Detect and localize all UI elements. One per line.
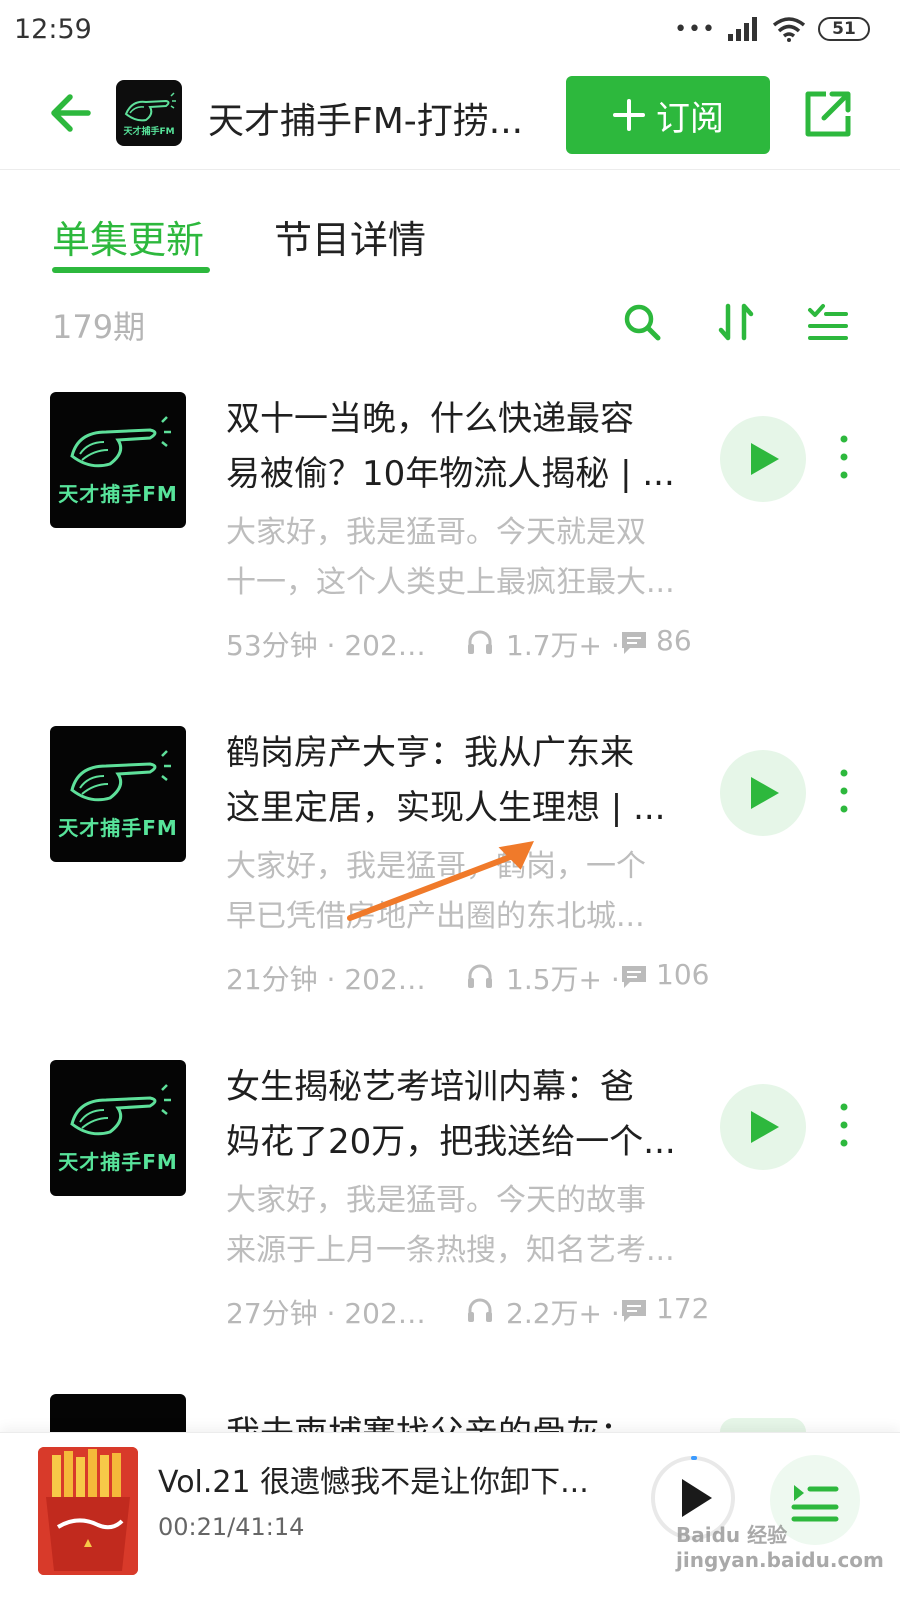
- pointing-hand-icon: [70, 416, 171, 468]
- pointing-hand-icon: [70, 750, 171, 802]
- episode-cover-brand: 天才捕手FM: [58, 816, 178, 840]
- comment-icon: [622, 632, 646, 654]
- tab-bar: 单集更新 节目详情: [0, 205, 900, 275]
- episode-desc-line: 早已凭借房地产出圈的东北城...: [226, 899, 645, 934]
- status-icons: ••• 51: [674, 16, 870, 42]
- cover-thumb-brand: 天才捕手FM: [123, 127, 175, 137]
- episode-title: 双十一当晚，什么快递最容 易被偷？10年物流人揭秘 | ...: [226, 392, 694, 502]
- episode-title: 鹤岗房产大亨：我从广东来 这里定居，实现人生理想 | ...: [226, 726, 694, 836]
- comment-icon: [622, 966, 646, 988]
- tab-details[interactable]: 节目详情: [274, 209, 426, 264]
- episode-duration-date: 21分钟 · 2022...: [226, 963, 442, 996]
- list-header: 179期: [0, 294, 900, 354]
- plus-icon: [613, 99, 645, 131]
- episode-comment-count: 172: [656, 1292, 710, 1325]
- signal-icon: [728, 17, 757, 41]
- wifi-icon: [772, 17, 806, 42]
- episode-play-count: 2.2万+ ·: [506, 1297, 620, 1330]
- episode-play-count: 1.5万+ ·: [506, 963, 620, 996]
- active-tab-indicator: [52, 267, 210, 273]
- episode-item[interactable]: 天才捕手FM 女生揭秘艺考培训内幕：爸 妈花了20万，把我送给一个... 大家好…: [0, 1060, 900, 1394]
- play-icon: [751, 1111, 779, 1143]
- search-icon[interactable]: [620, 300, 664, 344]
- sort-icon[interactable]: [714, 300, 758, 344]
- share-icon[interactable]: [800, 86, 856, 142]
- episode-play-button[interactable]: [720, 1418, 806, 1432]
- top-bar: 天才捕手FM 天才捕手FM-打捞... 订阅: [0, 62, 900, 170]
- episode-description: 大家好，我是猛哥。今天就是双 十一，这个人类史上最疯狂最大...: [226, 508, 694, 608]
- headphones-icon: [468, 1298, 492, 1322]
- episode-count: 179期: [52, 308, 146, 346]
- episode-title-line: 这里定居，实现人生理想 | ...: [226, 788, 666, 828]
- episode-cover-brand: 天才捕手FM: [58, 482, 178, 506]
- episode-play-button[interactable]: [720, 750, 806, 836]
- podcast-title: 天才捕手FM-打捞...: [208, 101, 524, 142]
- status-bar: 12:59 ••• 51: [0, 0, 900, 62]
- more-options-icon[interactable]: [832, 766, 856, 816]
- more-options-icon[interactable]: [832, 432, 856, 482]
- episode-desc-line: 大家好，我是猛哥。今天就是双: [226, 515, 646, 550]
- more-options-icon[interactable]: [832, 1100, 856, 1150]
- episode-play-button[interactable]: [720, 1084, 806, 1170]
- baidu-watermark: Baidu 经验 jingyan.baidu.com: [676, 1523, 884, 1572]
- episode-item[interactable]: 天才捕手FM 鹤岗房产大亨：我从广东来 这里定居，实现人生理想 | ... 大家…: [0, 726, 900, 1060]
- episode-title-line: 鹤岗房产大亨：我从广东来: [226, 733, 634, 773]
- episode-title-line: 易被偷？10年物流人揭秘 | ...: [226, 454, 675, 494]
- episode-cover: 天才捕手FM: [50, 392, 186, 528]
- episode-cover-brand: 天才捕手FM: [58, 1150, 178, 1174]
- episode-desc-line: 大家好，我是猛哥，鹤岗，一个: [226, 849, 646, 884]
- battery-indicator: 51: [818, 17, 870, 41]
- now-playing-title: Vol.21 很遗憾我不是让你卸下...: [158, 1465, 589, 1500]
- status-time: 12:59: [14, 14, 92, 45]
- episode-comment-count: 86: [656, 624, 692, 657]
- episode-comment-count: 106: [656, 958, 710, 991]
- comment-icon: [622, 1300, 646, 1322]
- subscribe-button[interactable]: 订阅: [566, 76, 770, 154]
- episode-title-line: 女生揭秘艺考培训内幕：爸: [226, 1067, 634, 1107]
- episode-cover: 天才捕手FM: [50, 1060, 186, 1196]
- episode-meta: 21分钟 · 2022... 1.5万+ · 106: [226, 958, 709, 998]
- now-playing-time: 00:21/41:14: [158, 1513, 305, 1541]
- episode-cover: 天才捕手FM: [50, 726, 186, 862]
- episode-meta: 53分钟 · 2022/... 1.7万+ · 86: [226, 624, 696, 664]
- episode-desc-line: 来源于上月一条热搜，知名艺考...: [226, 1233, 675, 1268]
- episode-title-line: 双十一当晚，什么快递最容: [226, 399, 634, 439]
- episode-description: 大家好，我是猛哥。今天的故事 来源于上月一条热搜，知名艺考...: [226, 1176, 694, 1276]
- mini-player[interactable]: Vol.21 很遗憾我不是让你卸下... 00:21/41:14 Baidu 经…: [0, 1432, 900, 1600]
- more-dots-icon: •••: [674, 16, 716, 42]
- pointing-hand-icon: [70, 1084, 171, 1136]
- episode-desc-line: 大家好，我是猛哥。今天的故事: [226, 1183, 646, 1218]
- episode-desc-line: 十一，这个人类史上最疯狂最大...: [226, 565, 675, 600]
- now-playing-cover: [38, 1447, 138, 1575]
- episode-duration-date: 27分钟 · 2022...: [226, 1297, 442, 1330]
- episode-item[interactable]: 天才捕手FM 双十一当晚，什么快递最容 易被偷？10年物流人揭秘 | ... 大…: [0, 392, 900, 726]
- headphones-icon: [468, 630, 492, 654]
- play-icon: [751, 443, 779, 475]
- episode-description: 大家好，我是猛哥，鹤岗，一个 早已凭借房地产出圈的东北城...: [226, 842, 694, 942]
- play-icon: [751, 777, 779, 809]
- episode-play-count: 1.7万+ ·: [506, 629, 620, 662]
- fries-artwork-icon: [38, 1447, 138, 1575]
- episode-duration-date: 53分钟 · 2022/...: [226, 629, 442, 662]
- episode-meta: 27分钟 · 2022... 2.2万+ · 172: [226, 1292, 709, 1332]
- podcast-cover-thumbnail: 天才捕手FM: [116, 80, 182, 146]
- episode-cover: [50, 1394, 186, 1434]
- tab-episodes[interactable]: 单集更新: [52, 209, 204, 264]
- episode-play-button[interactable]: [720, 416, 806, 502]
- batch-select-icon[interactable]: [806, 300, 850, 344]
- episode-title: 女生揭秘艺考培训内幕：爸 妈花了20万，把我送给一个...: [226, 1060, 694, 1170]
- back-arrow-icon[interactable]: [44, 86, 98, 140]
- episode-title-line: 妈花了20万，把我送给一个...: [226, 1122, 676, 1162]
- subscribe-label: 订阅: [656, 98, 724, 139]
- headphones-icon: [468, 964, 492, 988]
